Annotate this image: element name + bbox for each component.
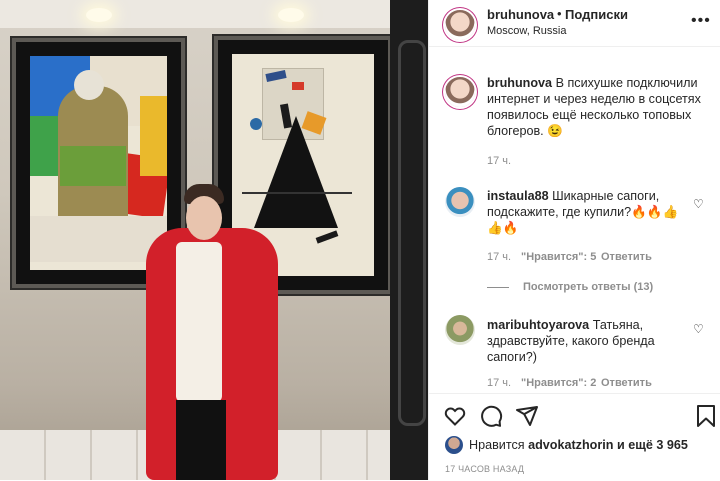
caption-age: 17 ч. bbox=[487, 155, 512, 167]
comment-username[interactable]: instaula88 bbox=[487, 189, 549, 203]
face bbox=[186, 196, 222, 240]
likes-suffix[interactable]: и ещё 3 965 bbox=[617, 438, 688, 452]
likes-summary[interactable]: Нравится advokatzhorin и ещё 3 965 bbox=[469, 438, 688, 452]
liker-avatar[interactable] bbox=[445, 436, 463, 454]
photo-person bbox=[140, 184, 290, 480]
caption: bruhunova В психушке подключили интернет… bbox=[487, 75, 709, 139]
instagram-post: bruhunova • Подписки Moscow, Russia ••• … bbox=[0, 0, 720, 480]
comment-icon[interactable] bbox=[479, 404, 503, 428]
replies-divider bbox=[487, 287, 509, 288]
ceiling-lamp bbox=[86, 8, 112, 22]
photo-ceiling bbox=[0, 0, 428, 28]
comment-reply-button[interactable]: Ответить bbox=[601, 377, 652, 389]
comment-avatar[interactable] bbox=[445, 315, 475, 345]
caption-username[interactable]: bruhunova bbox=[487, 76, 552, 90]
caption-avatar[interactable] bbox=[445, 77, 475, 107]
post-sidebar: bruhunova • Подписки Moscow, Russia ••• … bbox=[428, 0, 720, 480]
heart-icon[interactable] bbox=[443, 404, 467, 428]
header-separator: • bbox=[557, 6, 562, 21]
comment-avatar[interactable] bbox=[445, 187, 475, 217]
black-boots bbox=[176, 400, 226, 480]
comment-like-heart-icon[interactable]: ♡ bbox=[693, 322, 704, 336]
post-header: bruhunova • Подписки Moscow, Russia ••• bbox=[429, 0, 720, 47]
comment-item: instaula88 Шикарные сапоги, подскажите, … bbox=[487, 188, 687, 236]
comment-item: maribuhtoyarova Татьяна, здравствуйте, к… bbox=[487, 317, 687, 365]
author-avatar[interactable] bbox=[445, 10, 475, 40]
follow-status-button[interactable]: Подписки bbox=[565, 7, 628, 22]
bookmark-icon[interactable] bbox=[695, 404, 717, 428]
photo-iron-gate bbox=[390, 0, 428, 480]
view-replies-button[interactable]: Посмотреть ответы (13) bbox=[523, 281, 653, 293]
comment-age: 17 ч. bbox=[487, 377, 512, 389]
post-photo[interactable] bbox=[0, 0, 428, 480]
author-username[interactable]: bruhunova bbox=[487, 7, 554, 22]
white-cardigan bbox=[176, 242, 222, 402]
share-icon[interactable] bbox=[515, 404, 539, 428]
comment-reply-button[interactable]: Ответить bbox=[601, 251, 652, 263]
post-timestamp[interactable]: 17 ЧАСОВ НАЗАД bbox=[445, 464, 524, 474]
likes-prefix: Нравится bbox=[469, 438, 525, 452]
comments-list[interactable]: bruhunova В психушке подключили интернет… bbox=[429, 47, 720, 393]
post-location[interactable]: Moscow, Russia bbox=[487, 25, 566, 37]
comment-likes[interactable]: "Нравится": 5 bbox=[521, 251, 596, 263]
comment-username[interactable]: maribuhtoyarova bbox=[487, 318, 589, 332]
ceiling-lamp bbox=[278, 8, 304, 22]
comment-age: 17 ч. bbox=[487, 251, 512, 263]
post-actions: Нравится advokatzhorin и ещё 3 965 17 ЧА… bbox=[429, 393, 720, 481]
comment-likes[interactable]: "Нравится": 2 bbox=[521, 377, 596, 389]
likes-user[interactable]: advokatzhorin bbox=[528, 438, 613, 452]
more-dots-icon[interactable]: ••• bbox=[691, 12, 711, 30]
comment-like-heart-icon[interactable]: ♡ bbox=[693, 197, 704, 211]
